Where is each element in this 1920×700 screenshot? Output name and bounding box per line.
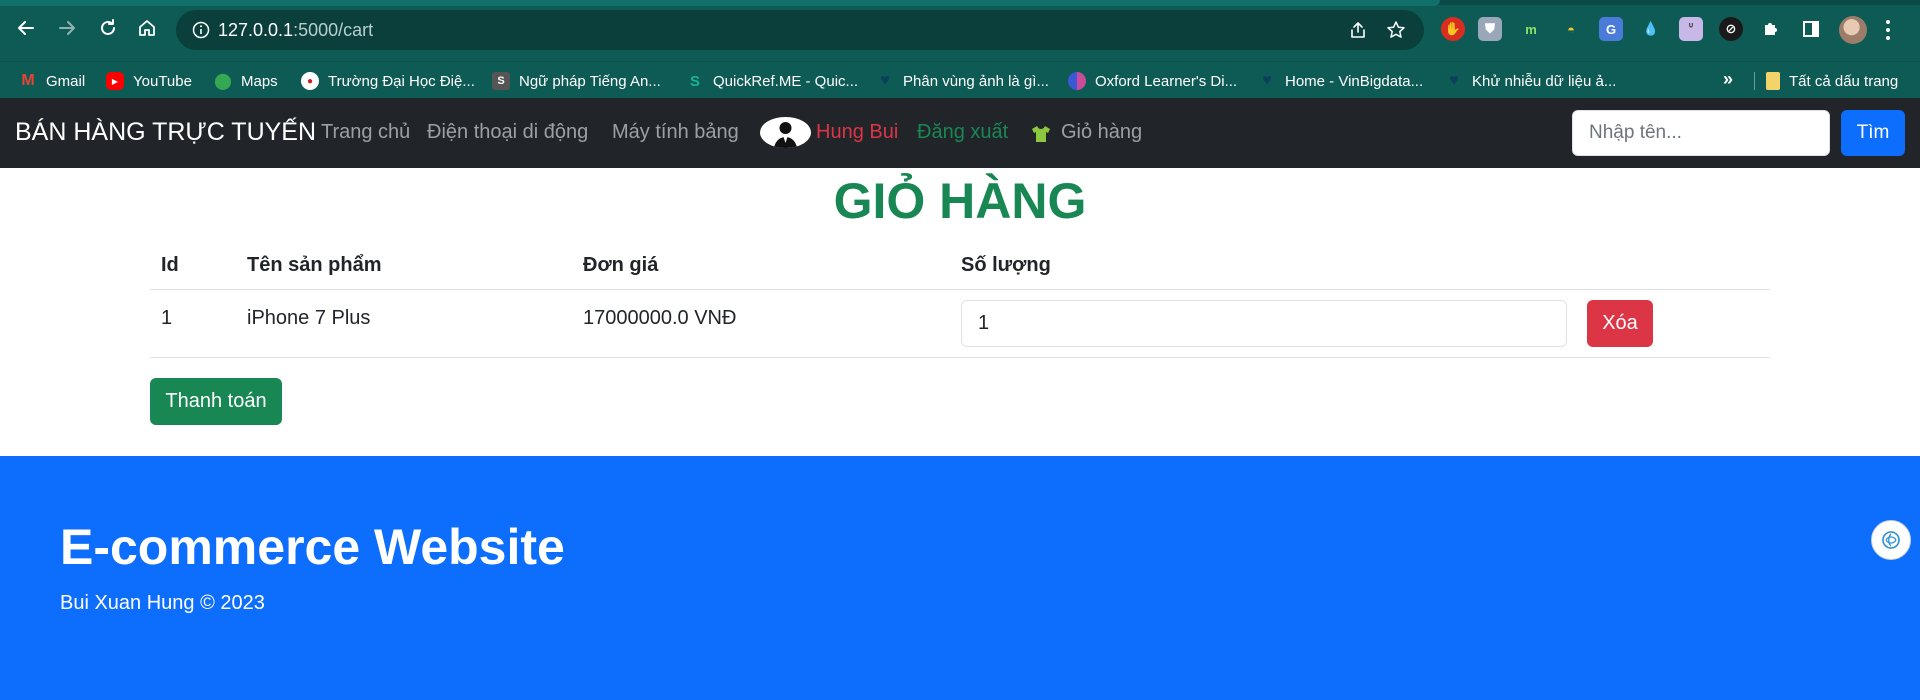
- bookmark-youtube[interactable]: ▶ YouTube: [106, 70, 192, 92]
- site-footer: E-commerce Website Bui Xuan Hung © 2023: [0, 456, 1920, 700]
- university-icon: ●: [301, 72, 319, 90]
- cell-product-name: iPhone 7 Plus: [247, 307, 371, 329]
- bookmark-image-segmentation[interactable]: ♥ Phân vùng ảnh là gì...: [876, 70, 1049, 92]
- all-bookmarks-folder[interactable]: Tất cả dấu trang: [1766, 70, 1898, 92]
- face-extension-icon[interactable]: ᐡ: [1679, 17, 1703, 41]
- nav-tablets[interactable]: Máy tính bảng: [612, 121, 739, 144]
- nav-home[interactable]: Trang chủ: [321, 121, 410, 144]
- browser-toolbar: 127.0.0.1:5000/cart ✋ ⛊ m ◓ G 💧 ᐡ ⊘: [0, 0, 1920, 61]
- adblock-extension-icon[interactable]: ✋: [1441, 17, 1465, 41]
- youtube-icon: ▶: [106, 72, 124, 90]
- home-icon: [139, 20, 155, 36]
- grammar-icon: S: [492, 72, 510, 90]
- header-product-name: Tên sản phẩm: [247, 254, 382, 276]
- heart-icon: ♥: [880, 72, 890, 89]
- quantity-input[interactable]: [961, 300, 1567, 347]
- bookmark-oxford[interactable]: Oxford Learner's Di...: [1068, 70, 1237, 92]
- user-avatar: [760, 117, 811, 148]
- nav-user[interactable]: Hung Bui: [816, 121, 898, 144]
- bookmark-denoise[interactable]: ♥ Khử nhiễu dữ liệu ả...: [1445, 70, 1616, 92]
- delete-button[interactable]: Xóa: [1587, 300, 1653, 347]
- forward-arrow-icon: [59, 21, 75, 35]
- footer-title: E-commerce Website: [60, 519, 565, 575]
- share-icon[interactable]: [1348, 20, 1368, 40]
- side-panel-icon[interactable]: [1799, 17, 1823, 41]
- quickref-icon: S: [689, 72, 700, 90]
- bookmark-grammar[interactable]: S Ngữ pháp Tiếng An...: [492, 70, 661, 92]
- page-title: GIỎ HÀNG: [833, 173, 1087, 229]
- translate-extension-icon[interactable]: G: [1599, 17, 1623, 41]
- bookmarks-divider: [1754, 72, 1755, 90]
- back-arrow-icon: [18, 21, 34, 35]
- shield-extension-icon[interactable]: ⛊: [1478, 17, 1502, 41]
- shirt-cart-icon: [1032, 126, 1050, 142]
- header-divider: [150, 289, 1770, 290]
- footer-copyright: Bui Xuan Hung © 2023: [60, 592, 265, 614]
- cell-unit-price: 17000000.0 VNĐ: [583, 307, 737, 329]
- profile-avatar[interactable]: [1839, 16, 1867, 44]
- drop-extension-icon[interactable]: 💧: [1639, 17, 1663, 41]
- chat-assistant-button[interactable]: [1871, 520, 1911, 560]
- rainbow-extension-icon[interactable]: ◓: [1559, 17, 1583, 41]
- bookmarks-bar: M Gmail ▶ YouTube ⬤ Maps ● Trường Đại Học Đi…: [0, 61, 1920, 98]
- cell-id: 1: [161, 307, 173, 329]
- home-button[interactable]: [133, 14, 161, 42]
- assistant-swirl-icon: [1882, 531, 1900, 549]
- heart-icon: ♥: [1449, 72, 1459, 89]
- back-button[interactable]: [12, 14, 40, 42]
- person-icon: [774, 122, 797, 148]
- bookmarks-overflow-button[interactable]: »: [1723, 69, 1733, 90]
- reload-button[interactable]: [94, 14, 122, 42]
- address-bar[interactable]: 127.0.0.1:5000/cart: [176, 10, 1424, 50]
- url-text[interactable]: 127.0.0.1:5000/cart: [218, 20, 373, 41]
- heart-icon: ♥: [1262, 72, 1272, 89]
- bookmark-gmail[interactable]: M Gmail: [19, 70, 85, 92]
- folder-icon: [1766, 72, 1780, 90]
- disabled-extension-icon[interactable]: ⊘: [1719, 17, 1743, 41]
- site-navbar: BÁN HÀNG TRỰC TUYẾN Trang chủ Điện thoại…: [0, 98, 1920, 168]
- search-button[interactable]: Tìm: [1841, 110, 1905, 156]
- site-brand[interactable]: BÁN HÀNG TRỰC TUYẾN: [15, 118, 316, 147]
- row-divider: [150, 357, 1770, 358]
- nav-logout[interactable]: Đăng xuất: [917, 121, 1008, 144]
- oxford-icon: [1068, 72, 1086, 90]
- active-tab-edge: [0, 0, 1440, 6]
- search-input[interactable]: [1572, 110, 1830, 156]
- header-id: Id: [161, 254, 179, 276]
- site-info-icon[interactable]: [192, 21, 210, 39]
- bookmark-star-icon[interactable]: [1386, 20, 1406, 40]
- header-quantity: Số lượng: [961, 254, 1051, 276]
- maps-icon: ⬤: [214, 73, 232, 90]
- bookmark-university[interactable]: ● Trường Đại Học Điệ...: [301, 70, 475, 92]
- bookmark-quickref[interactable]: S QuickRef.ME - Quic...: [686, 70, 858, 92]
- gmail-icon: M: [21, 72, 35, 89]
- reload-icon: [101, 19, 115, 35]
- bookmark-vinbigdata[interactable]: ♥ Home - VinBigdata...: [1258, 70, 1423, 92]
- menu-kebab-icon[interactable]: [1884, 18, 1892, 42]
- monster-extension-icon[interactable]: m: [1519, 17, 1543, 41]
- nav-cart[interactable]: Giỏ hàng: [1061, 121, 1142, 144]
- nav-phones[interactable]: Điện thoại di động: [427, 121, 588, 144]
- bookmark-maps[interactable]: ⬤ Maps: [214, 70, 278, 92]
- extensions-puzzle-icon[interactable]: [1759, 17, 1783, 41]
- forward-button[interactable]: [53, 14, 81, 42]
- header-unit-price: Đơn giá: [583, 254, 659, 276]
- checkout-button[interactable]: Thanh toán: [150, 378, 282, 425]
